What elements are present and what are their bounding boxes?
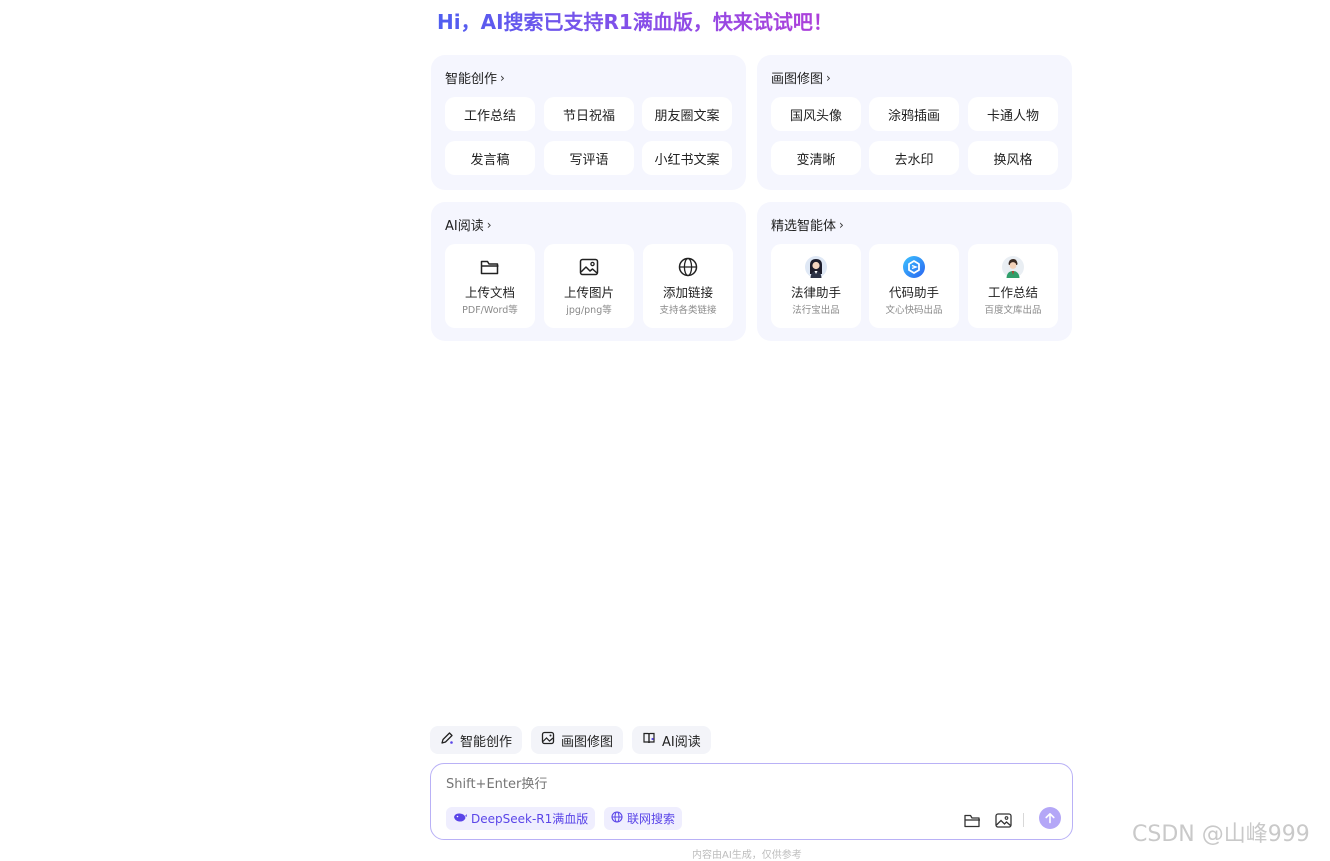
chip-remove-watermark[interactable]: 去水印: [869, 141, 959, 175]
chevron-right-icon: ›: [839, 217, 844, 232]
image-card-title[interactable]: 画图修图 ›: [771, 68, 831, 88]
reading-card-title[interactable]: AI阅读 ›: [445, 215, 492, 235]
pen-icon: [440, 731, 454, 749]
quick-action-label: 画图修图: [561, 734, 614, 750]
quick-action-image[interactable]: 画图修图: [531, 726, 624, 754]
web-search-pill[interactable]: 联网搜索: [604, 807, 683, 830]
lawyer-avatar-icon: [805, 256, 827, 278]
upload-folder-icon[interactable]: [963, 811, 981, 829]
quick-action-reading[interactable]: AI阅读: [632, 726, 711, 754]
tile-upload-document[interactable]: 上传文档 PDF/Word等: [445, 244, 535, 328]
agents-card: 精选智能体 › 法律助手 法行宝出品 代码助手 文心快码出品 工作总结 百度文库…: [757, 202, 1072, 341]
tile-legal-assistant[interactable]: 法律助手 法行宝出品: [771, 244, 861, 328]
code-logo-icon: [903, 256, 925, 278]
tile-title: 添加链接: [662, 285, 713, 300]
tile-subtitle: 法行宝出品: [792, 305, 840, 316]
arrow-up-icon: [1044, 809, 1056, 828]
divider: [1023, 813, 1024, 827]
chip-write-comment[interactable]: 写评语: [544, 141, 634, 175]
book-icon: [642, 731, 656, 749]
tile-subtitle: jpg/png等: [566, 305, 612, 316]
globe-icon: [677, 256, 699, 278]
chevron-right-icon: ›: [826, 70, 831, 85]
tile-subtitle: 文心快码出品: [885, 305, 943, 316]
chip-work-summary[interactable]: 工作总结: [445, 97, 535, 131]
chip-cartoon-character[interactable]: 卡通人物: [968, 97, 1058, 131]
model-select-pill[interactable]: DeepSeek-R1满血版: [446, 807, 596, 830]
folder-icon: [479, 256, 501, 278]
tile-work-summary-agent[interactable]: 工作总结 百度文库出品: [968, 244, 1058, 328]
reading-card: AI阅读 › 上传文档 PDF/Word等 上传图片 jpg/png等 添加链接…: [431, 202, 746, 341]
quick-action-label: 智能创作: [460, 734, 513, 750]
model-select-label: DeepSeek-R1满血版: [471, 812, 589, 826]
tile-title: 代码助手: [888, 285, 939, 300]
quick-action-label: AI阅读: [662, 734, 701, 750]
tile-subtitle: 支持各类链接: [659, 305, 717, 316]
tile-code-assistant[interactable]: 代码助手 文心快码出品: [869, 244, 959, 328]
creation-card-title[interactable]: 智能创作 ›: [445, 68, 505, 88]
csdn-watermark: CSDN @山峰999: [1132, 822, 1310, 847]
whale-icon: [453, 812, 467, 826]
chat-input-box: DeepSeek-R1满血版 联网搜索: [430, 763, 1073, 840]
image-icon: [578, 256, 600, 278]
chip-guofeng-avatar[interactable]: 国风头像: [771, 97, 861, 131]
tile-title: 法律助手: [790, 285, 841, 300]
upload-image-icon[interactable]: [994, 811, 1012, 829]
creation-card-title-label: 智能创作: [445, 72, 498, 87]
chip-doodle-illustration[interactable]: 涂鸦插画: [869, 97, 959, 131]
chip-speech-draft[interactable]: 发言稿: [445, 141, 535, 175]
tile-title: 上传文档: [464, 285, 515, 300]
send-button[interactable]: [1039, 807, 1061, 829]
tile-add-link[interactable]: 添加链接 支持各类链接: [643, 244, 733, 328]
image-card: 画图修图 › 国风头像 涂鸦插画 卡通人物 变清晰 去水印 换风格: [757, 55, 1072, 190]
tile-subtitle: PDF/Word等: [462, 305, 518, 316]
chip-xiaohongshu-copy[interactable]: 小红书文案: [642, 141, 732, 175]
reading-card-title-label: AI阅读: [445, 219, 484, 234]
chat-input[interactable]: [446, 777, 926, 792]
page-headline: Hi，AI搜索已支持R1满血版，快来试试吧！: [437, 6, 833, 35]
agents-card-title[interactable]: 精选智能体 ›: [771, 215, 844, 235]
quick-action-creation[interactable]: 智能创作: [430, 726, 523, 754]
web-search-label: 联网搜索: [627, 812, 676, 826]
tile-upload-image[interactable]: 上传图片 jpg/png等: [544, 244, 634, 328]
chevron-right-icon: ›: [486, 217, 492, 232]
chip-sharpen[interactable]: 变清晰: [771, 141, 861, 175]
tile-subtitle: 百度文库出品: [984, 305, 1042, 316]
chip-change-style[interactable]: 换风格: [968, 141, 1058, 175]
chip-holiday-greeting[interactable]: 节日祝福: [544, 97, 634, 131]
image-card-title-label: 画图修图: [771, 72, 824, 87]
tile-title: 工作总结: [987, 285, 1038, 300]
worker-avatar-icon: [1002, 256, 1024, 278]
chip-moments-copy[interactable]: 朋友圈文案: [642, 97, 732, 131]
creation-card: 智能创作 › 工作总结 节日祝福 朋友圈文案 发言稿 写评语 小红书文案: [431, 55, 746, 190]
globe-icon: [611, 811, 623, 826]
image-edit-icon: [541, 731, 555, 749]
chevron-right-icon: ›: [500, 70, 505, 85]
tile-title: 上传图片: [563, 285, 614, 300]
agents-card-title-label: 精选智能体: [771, 219, 837, 234]
